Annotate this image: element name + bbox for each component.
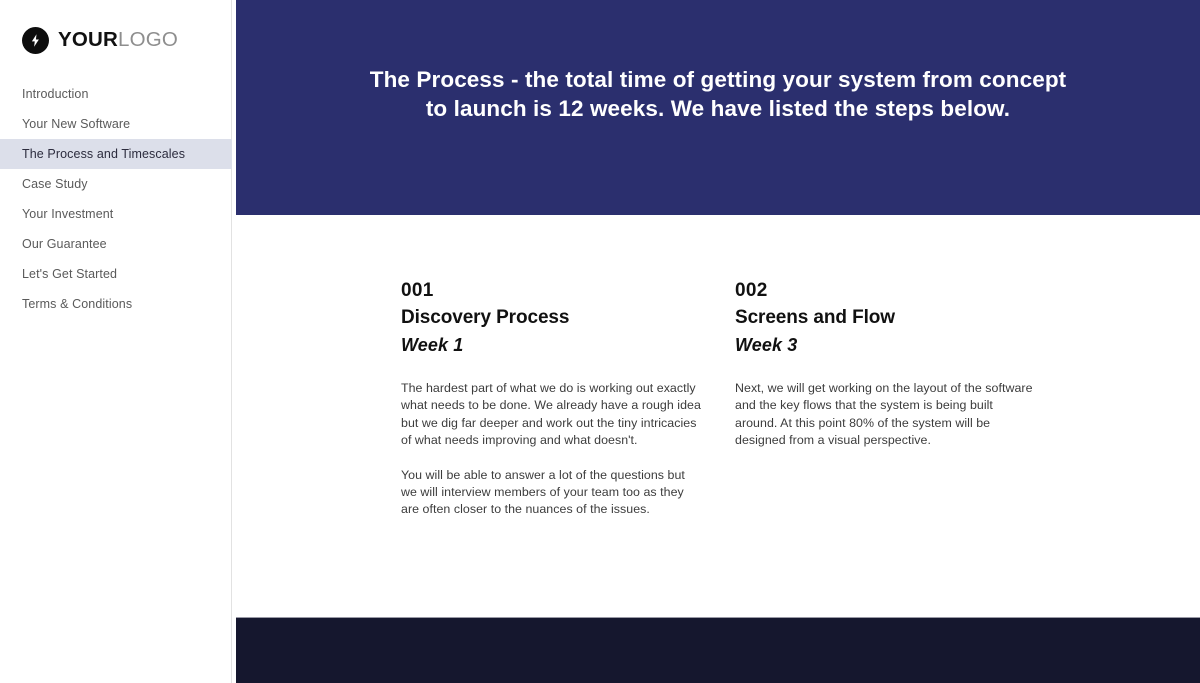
sidebar-item-label: Your Investment [22,207,114,221]
brand-logo[interactable]: YOURLOGO [22,27,178,54]
sidebar-item-your-investment[interactable]: Your Investment [0,199,232,229]
sidebar-item-label: Your New Software [22,117,131,131]
lightning-bolt-icon [22,27,49,54]
step-title: Discovery Process [401,307,570,328]
sidebar: YOURLOGO Introduction Your New Software … [0,0,232,683]
sidebar-item-the-process-and-timescales[interactable]: The Process and Timescales [0,139,232,169]
step-week: Week 1 [401,335,464,355]
sidebar-item-label: The Process and Timescales [22,147,186,161]
slide-footer-band [236,617,1200,683]
sidebar-item-case-study[interactable]: Case Study [0,169,232,199]
step-number: 002 [735,280,768,301]
step-title: Screens and Flow [735,307,895,328]
sidebar-item-our-guarantee[interactable]: Our Guarantee [0,229,232,259]
sidebar-item-lets-get-started[interactable]: Let's Get Started [0,259,232,289]
brand-name-light: LOGO [118,28,179,52]
page-root: YOURLOGO Introduction Your New Software … [0,0,1200,683]
brand-wordmark: YOURLOGO [58,30,178,51]
sidebar-item-introduction[interactable]: Introduction [0,79,232,109]
step-card-002: 002 Screens and Flow Week 3 Next, we wil… [735,278,1035,519]
step-paragraph: The hardest part of what we do is workin… [401,381,701,448]
slide-header-band: The Process - the total time of getting … [236,0,1200,215]
sidebar-item-label: Our Guarantee [22,237,107,251]
sidebar-nav: Introduction Your New Software The Proce… [0,79,232,319]
slide-body: 001 Discovery Process Week 1 The hardest… [236,215,1200,617]
sidebar-item-label: Introduction [22,87,89,101]
step-paragraph: Next, we will get working on the layout … [735,381,1033,448]
page-title: The Process - the total time of getting … [369,67,1067,121]
step-body: Next, we will get working on the layout … [735,380,1035,450]
sidebar-item-terms-and-conditions[interactable]: Terms & Conditions [0,289,232,319]
sidebar-item-label: Let's Get Started [22,267,118,281]
slide-canvas: The Process - the total time of getting … [236,0,1200,683]
brand-name-bold: YOUR [58,28,119,52]
steps-list: 001 Discovery Process Week 1 The hardest… [401,278,1035,519]
step-week: Week 3 [735,335,798,355]
sidebar-item-your-new-software[interactable]: Your New Software [0,109,232,139]
step-card-001: 001 Discovery Process Week 1 The hardest… [401,278,701,519]
step-number: 001 [401,280,434,301]
sidebar-item-label: Case Study [22,177,88,191]
step-paragraph: You will be able to answer a lot of the … [401,467,685,517]
step-body: The hardest part of what we do is workin… [401,380,701,519]
sidebar-item-label: Terms & Conditions [22,297,133,311]
